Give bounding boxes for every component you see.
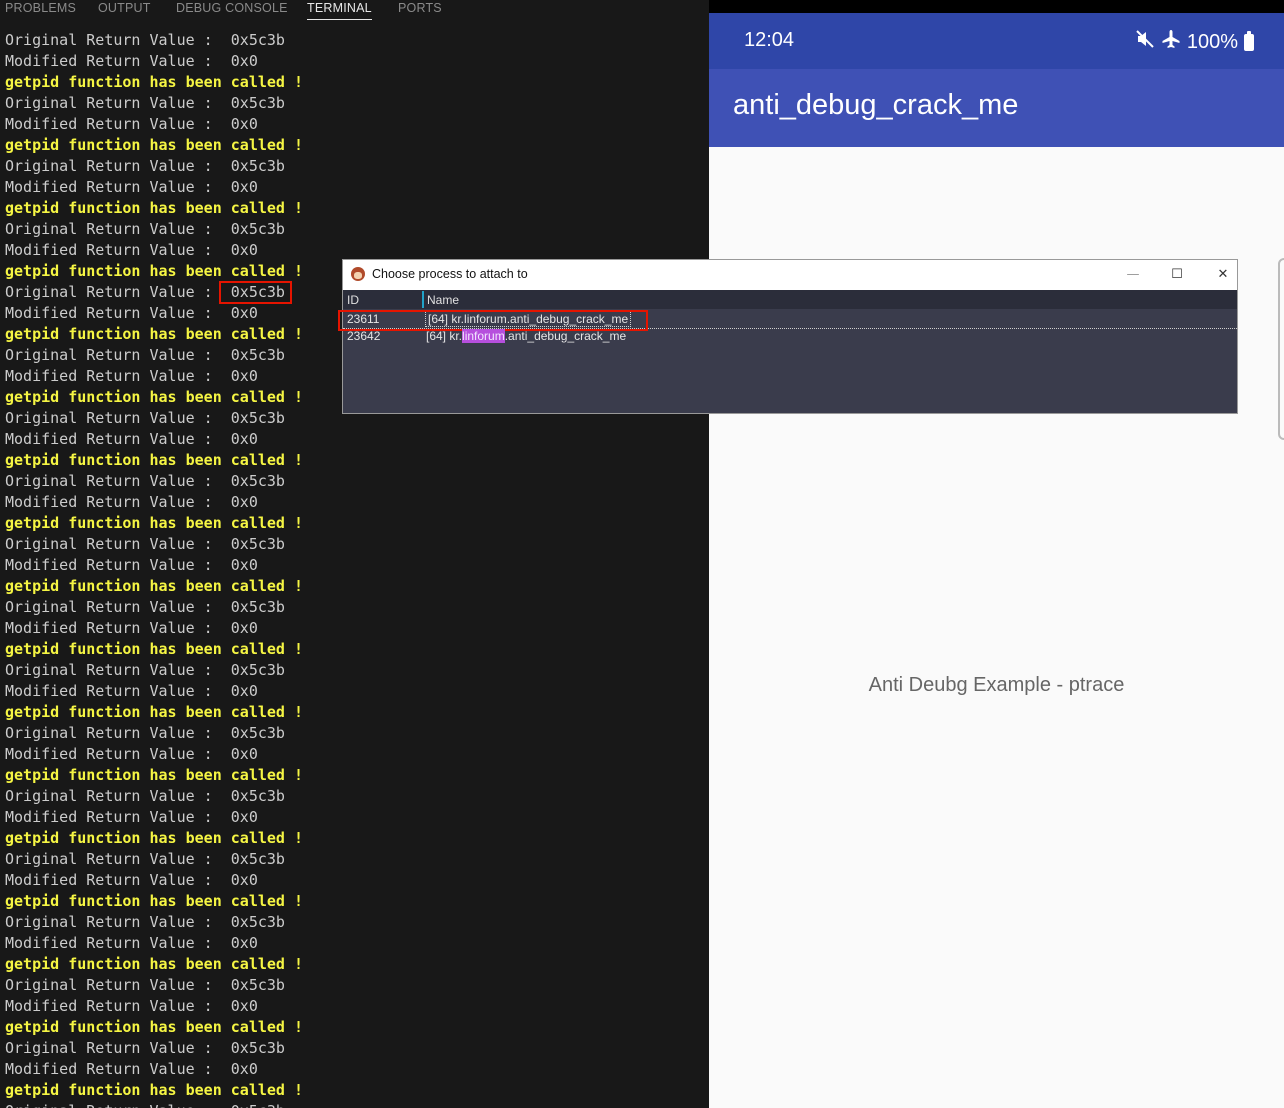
terminal-line: getpid function has been called !	[5, 325, 304, 343]
terminal-line: getpid function has been called !	[5, 451, 304, 469]
terminal-line: Modified Return Value : 0x0	[5, 619, 258, 637]
terminal-line: Original Return Value : 0x5c3b	[5, 1039, 285, 1057]
terminal-output[interactable]: Original Return Value : 0x5c3b Modified R…	[5, 30, 303, 1108]
tab-problems[interactable]: PROBLEMS	[5, 0, 76, 16]
app-logo-icon	[351, 267, 365, 281]
process-name-prefix: [64] kr.	[426, 329, 463, 343]
battery-percent: 100%	[1186, 30, 1238, 53]
attach-process-dialog: Choose process to attach to — ☐ ✕ ID Nam…	[338, 259, 1238, 414]
terminal-line: Original Return Value : 0x5c3b	[5, 157, 285, 175]
app-title: anti_debug_crack_me	[733, 89, 1019, 121]
mute-icon	[1135, 29, 1155, 55]
column-header-name[interactable]: Name	[427, 293, 459, 307]
terminal-line: getpid function has been called !	[5, 766, 304, 784]
terminal-line: getpid function has been called !	[5, 136, 304, 154]
terminal-line: Original Return Value : 0x5c3b	[5, 1101, 303, 1108]
terminal-line: Original Return Value : 0x5c3b	[5, 31, 285, 49]
terminal-line: getpid function has been called !	[5, 577, 304, 595]
emulator-frame-top	[709, 0, 1284, 13]
terminal-line: Original Return Value : 0x5c3b	[5, 850, 285, 868]
tab-ports[interactable]: PORTS	[398, 0, 442, 16]
process-name-suffix: .anti_debug_crack_me	[504, 329, 627, 343]
search-match-highlight: linforum	[462, 329, 505, 343]
highlight-box-return-value	[219, 281, 292, 304]
close-button[interactable]: ✕	[1211, 264, 1235, 286]
terminal-line: Modified Return Value : 0x0	[5, 745, 258, 763]
terminal-line: getpid function has been called !	[5, 73, 304, 91]
terminal-line: Original Return Value : 0x5c3b	[5, 661, 285, 679]
terminal-line: Original Return Value : 0x5c3b	[5, 913, 285, 931]
terminal-line: getpid function has been called !	[5, 955, 304, 973]
terminal-line: Modified Return Value : 0x0	[5, 493, 258, 511]
terminal-panel: PROBLEMS OUTPUT DEBUG CONSOLE TERMINAL P…	[0, 0, 709, 1108]
terminal-line: getpid function has been called !	[5, 1081, 304, 1099]
terminal-line: Original Return Value : 0x5c3b	[5, 220, 285, 238]
terminal-line: getpid function has been called !	[5, 829, 304, 847]
terminal-line: Original Return Value : 0x5c3b	[5, 976, 285, 994]
terminal-line: Modified Return Value : 0x0	[5, 997, 258, 1015]
terminal-line: getpid function has been called !	[5, 1018, 304, 1036]
terminal-line: Modified Return Value : 0x0	[5, 430, 258, 448]
status-bar: 12:04 100%	[709, 13, 1284, 69]
terminal-line: getpid function has been called !	[5, 514, 304, 532]
center-label: Anti Deubg Example - ptrace	[868, 674, 1125, 696]
terminal-line: getpid function has been called !	[5, 892, 304, 910]
terminal-line: Modified Return Value : 0x0	[5, 934, 258, 952]
process-row-23611[interactable]: 23611 [64] kr.linforum.anti_debug_crack_…	[338, 310, 1237, 331]
dialog-title: Choose process to attach to	[372, 267, 528, 281]
terminal-line: Modified Return Value : 0x0	[5, 241, 258, 259]
terminal-line: Original Return Value : 0x5c3b	[5, 787, 285, 805]
terminal-line: Modified Return Value : 0x0	[5, 556, 258, 574]
terminal-line: Modified Return Value : 0x0	[5, 52, 258, 70]
app-bar: anti_debug_crack_me	[709, 69, 1284, 147]
terminal-line: Original Return Value : 0x5c3b	[5, 724, 285, 742]
status-icons: 100%	[1135, 29, 1254, 55]
process-id: 23642	[347, 329, 381, 343]
column-header-id[interactable]: ID	[347, 293, 359, 307]
terminal-line: getpid function has been called !	[5, 388, 304, 406]
terminal-line: Modified Return Value : 0x0	[5, 304, 258, 322]
terminal-line: Modified Return Value : 0x0	[5, 178, 258, 196]
panel-tab-bar: PROBLEMS OUTPUT DEBUG CONSOLE TERMINAL P…	[0, 0, 709, 22]
terminal-line: Modified Return Value : 0x0	[5, 808, 258, 826]
terminal-line: getpid function has been called !	[5, 199, 304, 217]
emulator-side-control[interactable]	[1278, 258, 1284, 440]
terminal-line: Modified Return Value : 0x0	[5, 1060, 258, 1078]
terminal-line: Original Return Value : 0x5c3b	[5, 472, 285, 490]
process-row-23642[interactable]: 23642 [64] kr.linforum.anti_debug_crack_…	[343, 328, 1237, 345]
column-divider[interactable]	[422, 291, 424, 308]
tab-debug-console[interactable]: DEBUG CONSOLE	[176, 0, 288, 16]
terminal-line: Original Return Value : 0x5c3b	[5, 346, 285, 364]
terminal-line: Original Return Value : 0x5c3b	[5, 94, 285, 112]
minimize-button[interactable]: —	[1121, 264, 1145, 286]
dialog-titlebar[interactable]: Choose process to attach to — ☐ ✕	[343, 260, 1237, 290]
maximize-button[interactable]: ☐	[1165, 264, 1189, 286]
tab-output[interactable]: OUTPUT	[98, 0, 151, 16]
terminal-line: getpid function has been called !	[5, 703, 304, 721]
tab-terminal[interactable]: TERMINAL	[307, 0, 372, 20]
terminal-line: Original Return Value : 0x5c3b	[5, 409, 285, 427]
terminal-line: Original Return Value : 0x5c3b	[5, 535, 285, 553]
battery-icon	[1244, 30, 1254, 51]
terminal-line: Modified Return Value : 0x0	[5, 682, 258, 700]
status-clock: 12:04	[744, 29, 795, 51]
process-list-header: ID Name	[343, 290, 1237, 309]
terminal-line: Original Return Value : 0x5c3b	[5, 598, 285, 616]
terminal-line: Modified Return Value : 0x0	[5, 367, 258, 385]
terminal-line: getpid function has been called !	[5, 262, 304, 280]
terminal-line: Modified Return Value : 0x0	[5, 871, 258, 889]
airplane-icon	[1161, 29, 1181, 55]
process-name: [64] kr.linforum.anti_debug_crack_me	[426, 329, 626, 343]
android-emulator-screen: 12:04 100% anti_debug_crack_me Anti Deub…	[709, 0, 1284, 1108]
terminal-line: Modified Return Value : 0x0	[5, 115, 258, 133]
terminal-line: getpid function has been called !	[5, 640, 304, 658]
